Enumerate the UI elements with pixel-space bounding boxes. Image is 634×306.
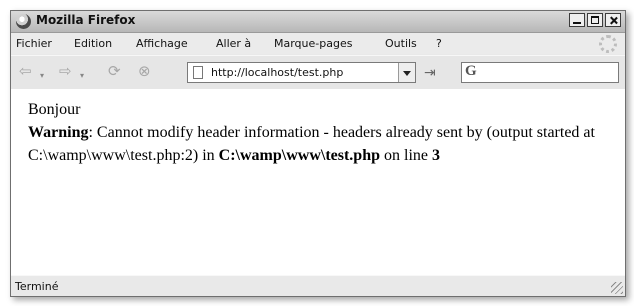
menu-help[interactable]: ? <box>436 37 442 50</box>
warning-label: Warning <box>28 124 89 141</box>
status-text: Terminé <box>15 280 59 293</box>
address-bar[interactable]: http://localhost/test.php <box>187 62 416 83</box>
greeting-text: Bonjour <box>28 101 81 118</box>
window-title: Mozilla Firefox <box>36 13 136 27</box>
stop-icon[interactable]: ⊗ <box>138 63 151 79</box>
line-number: 3 <box>432 147 440 164</box>
url-text: http://localhost/test.php <box>211 66 344 79</box>
browser-window: Mozilla Firefox Fichier Edition Affichag… <box>10 10 626 297</box>
throbber-icon <box>599 35 617 53</box>
minimize-button[interactable] <box>569 13 585 27</box>
title-bar: Mozilla Firefox <box>11 11 625 33</box>
file-path: C:\wamp\www\test.php <box>218 147 380 164</box>
maximize-button[interactable] <box>587 13 603 27</box>
menu-edition[interactable]: Edition <box>74 37 112 50</box>
go-icon[interactable]: ⇥ <box>424 65 436 81</box>
resize-grip-icon[interactable] <box>611 282 623 294</box>
menu-aller[interactable]: Aller à <box>216 37 251 50</box>
page-icon <box>193 66 203 79</box>
window-controls <box>569 13 621 27</box>
menu-bar: Fichier Edition Affichage Aller à Marque… <box>11 33 625 54</box>
navigation-toolbar: ⇦ ▾ ⇨ ▾ ⟳ ⊗ http://localhost/test.php ⇥ … <box>11 55 625 90</box>
reload-icon[interactable]: ⟳ <box>108 63 121 79</box>
menu-marque-pages[interactable]: Marque-pages <box>274 37 352 50</box>
google-search-icon[interactable]: G <box>465 63 477 80</box>
url-history-dropdown[interactable] <box>398 63 415 82</box>
back-arrow-icon[interactable]: ⇦ <box>19 63 32 79</box>
menu-affichage[interactable]: Affichage <box>136 37 188 50</box>
warning-text-end: on line <box>380 147 432 164</box>
warning-message: Warning: Cannot modify header informatio… <box>28 121 618 167</box>
back-dropdown-icon[interactable]: ▾ <box>40 68 44 84</box>
page-text: Bonjour Warning: Cannot modify header in… <box>28 98 618 167</box>
forward-dropdown-icon[interactable]: ▾ <box>80 68 84 84</box>
menu-fichier[interactable]: Fichier <box>16 37 52 50</box>
page-content: Bonjour Warning: Cannot modify header in… <box>11 89 625 278</box>
forward-arrow-icon[interactable]: ⇨ <box>59 63 72 79</box>
firefox-logo-icon <box>16 14 31 29</box>
search-box[interactable]: G <box>461 62 619 83</box>
status-bar: Terminé <box>11 275 625 296</box>
menu-outils[interactable]: Outils <box>385 37 417 50</box>
close-button[interactable] <box>605 13 621 27</box>
